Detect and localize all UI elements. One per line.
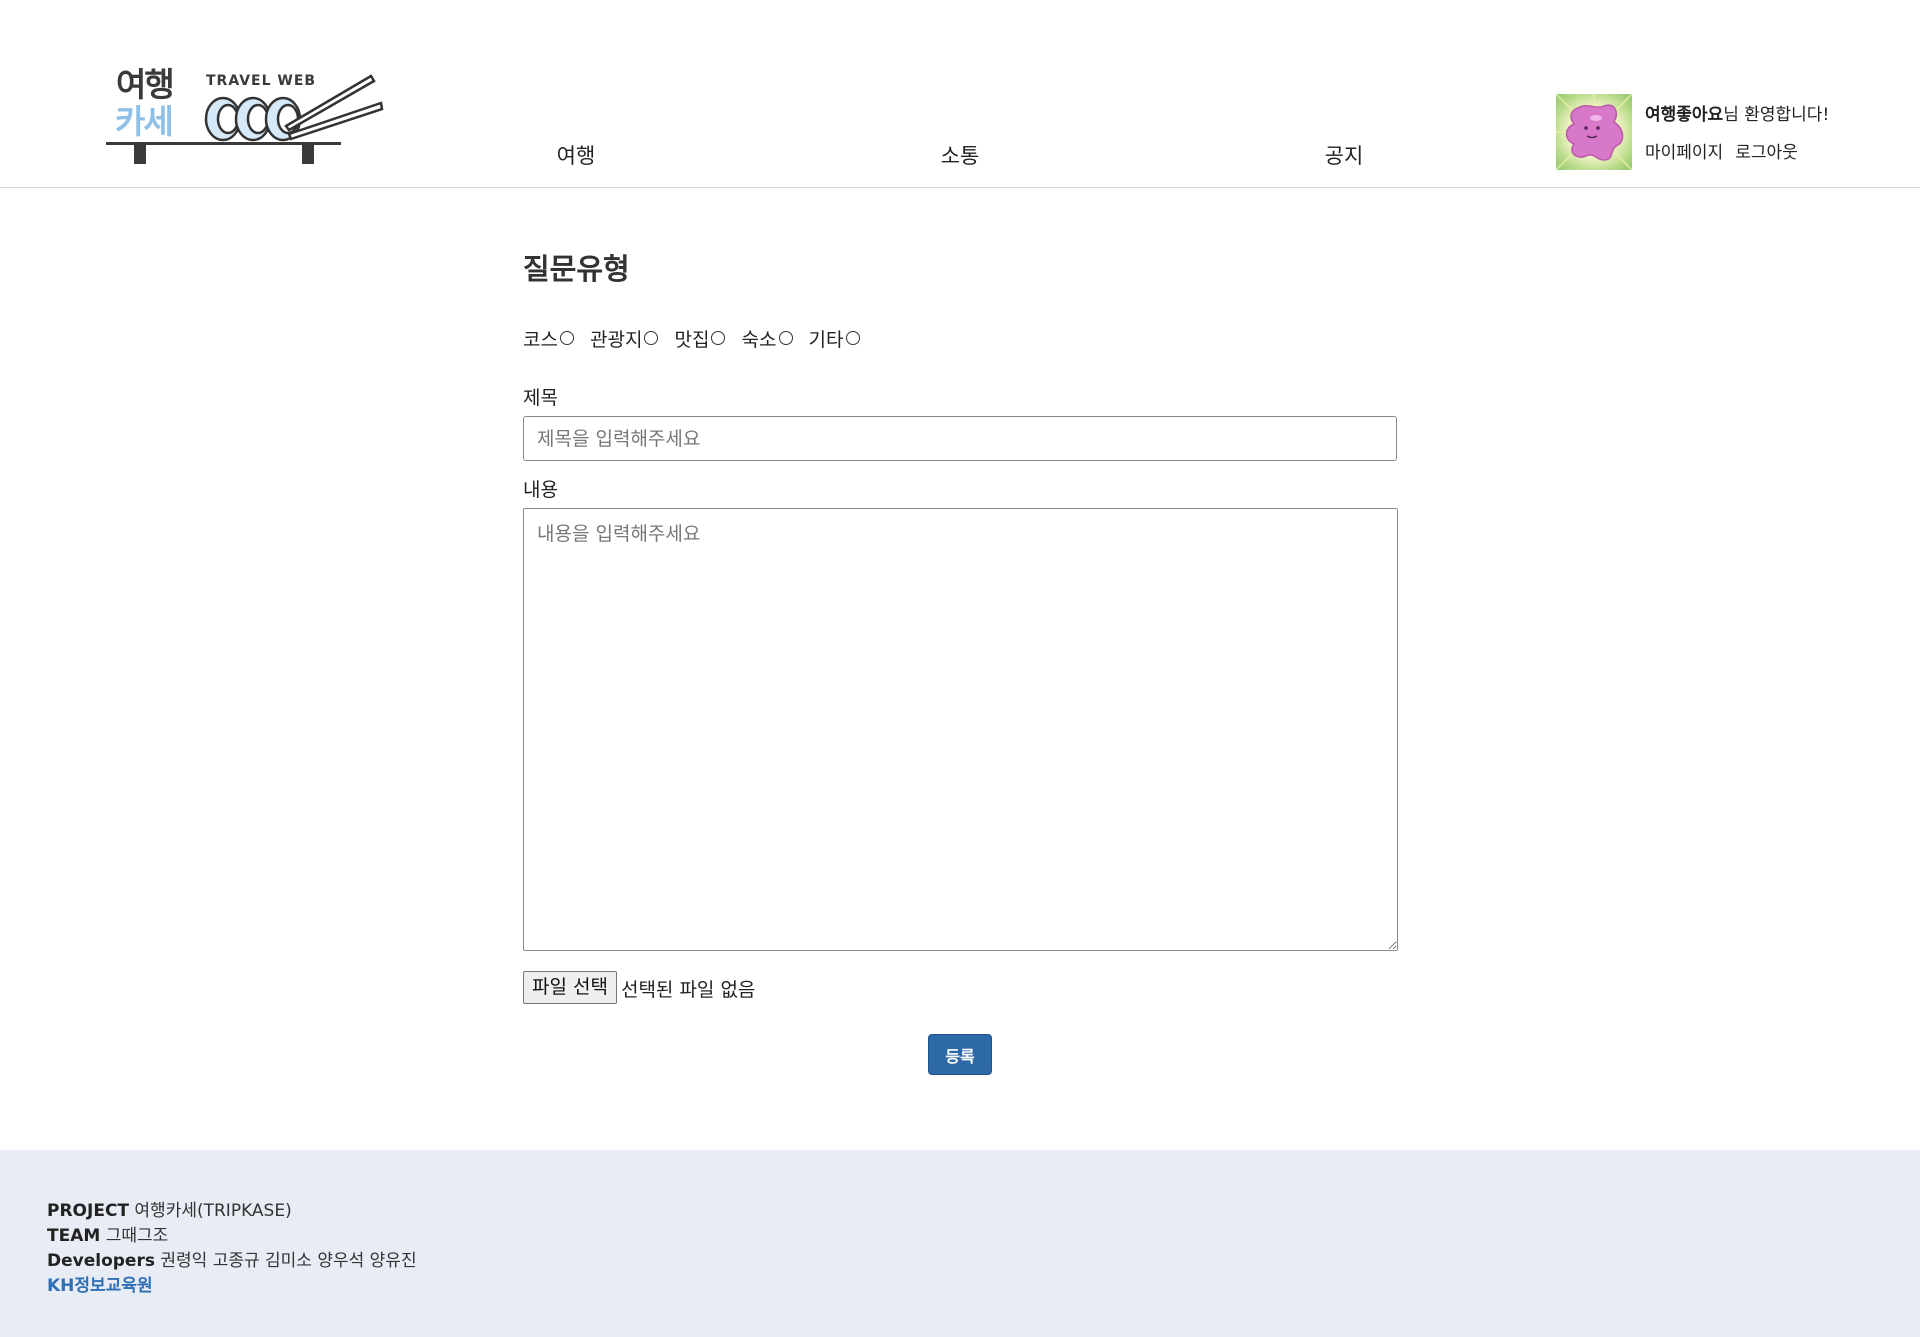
nav-item-travel[interactable]: 여행 xyxy=(557,140,596,170)
avatar-blob-icon xyxy=(1556,94,1632,170)
radio-lodging[interactable]: 숙소 xyxy=(742,325,793,352)
mypage-link[interactable]: 마이페이지 xyxy=(1645,143,1723,163)
footer-project-key: PROJECT xyxy=(47,1201,130,1221)
radio-label: 코스 xyxy=(523,329,558,351)
radio-other[interactable]: 기타 xyxy=(809,325,860,352)
footer-team-key: TEAM xyxy=(47,1226,101,1246)
user-name: 여행좋아요 xyxy=(1645,105,1724,125)
logout-link[interactable]: 로그아웃 xyxy=(1735,143,1798,163)
footer-developers: Developers 권령익 고종규 김미소 양우석 양유진 xyxy=(47,1246,417,1271)
radio-button[interactable] xyxy=(644,331,659,345)
file-select-button[interactable]: 파일 선택 xyxy=(523,971,617,1004)
academy-link[interactable]: KH정보교육원 xyxy=(47,1276,153,1296)
question-type-radio-group: 코스 관광지 맛집 숙소 기타 xyxy=(523,325,870,352)
footer-developers-key: Developers xyxy=(47,1251,155,1271)
content-label: 내용 xyxy=(523,479,558,501)
footer-developers-value: 권령익 고종규 김미소 양우석 양유진 xyxy=(160,1251,417,1271)
submit-button[interactable]: 등록 xyxy=(928,1034,992,1075)
site-header: 여행 카세 TRAVEL WEB 여행 소통 공지 여행좋아요님 환영합니다! … xyxy=(0,0,1920,188)
radio-attraction[interactable]: 관광지 xyxy=(590,325,659,352)
radio-button[interactable] xyxy=(559,331,574,345)
nav-item-notice[interactable]: 공지 xyxy=(1325,140,1364,170)
logo-text-line2: 카세 xyxy=(115,102,172,141)
subject-label: 제목 xyxy=(523,387,558,409)
logo-tagline: TRAVEL WEB xyxy=(206,73,316,89)
radio-button[interactable] xyxy=(778,331,793,345)
footer-project-value: 여행카세(TRIPKASE) xyxy=(134,1201,292,1221)
site-logo[interactable]: 여행 카세 TRAVEL WEB xyxy=(106,65,384,166)
site-footer: PROJECT 여행카세(TRIPKASE) TEAM 그때그조 Develop… xyxy=(0,1150,1920,1337)
sushi-rolls-icon xyxy=(204,96,302,142)
footer-project: PROJECT 여행카세(TRIPKASE) xyxy=(47,1196,292,1221)
radio-label: 기타 xyxy=(808,329,844,351)
radio-button[interactable] xyxy=(711,331,726,345)
user-links: 마이페이지 로그아웃 xyxy=(1645,138,1810,163)
nav-item-community[interactable]: 소통 xyxy=(941,140,980,170)
radio-label: 숙소 xyxy=(741,329,777,351)
welcome-message: 여행좋아요님 환영합니다! xyxy=(1645,100,1829,125)
file-upload: 파일 선택 선택된 파일 없음 xyxy=(523,971,755,1004)
footer-team: TEAM 그때그조 xyxy=(47,1221,168,1246)
radio-course[interactable]: 코스 xyxy=(523,325,574,352)
footer-academy: KH정보교육원 xyxy=(47,1271,153,1296)
logo-graphic: 여행 카세 TRAVEL WEB xyxy=(106,65,384,164)
radio-label: 관광지 xyxy=(590,329,643,351)
subject-input[interactable] xyxy=(523,416,1397,461)
logo-text-line1: 여행 xyxy=(116,66,173,104)
avatar[interactable] xyxy=(1556,94,1632,170)
radio-label: 맛집 xyxy=(674,329,710,351)
radio-restaurant[interactable]: 맛집 xyxy=(675,325,726,352)
page-title: 질문유형 xyxy=(523,252,630,286)
welcome-suffix: 님 환영합니다! xyxy=(1723,105,1830,125)
file-status: 선택된 파일 없음 xyxy=(620,979,756,1001)
footer-team-value: 그때그조 xyxy=(105,1226,169,1246)
radio-button[interactable] xyxy=(845,331,860,345)
content-textarea[interactable] xyxy=(523,508,1398,951)
